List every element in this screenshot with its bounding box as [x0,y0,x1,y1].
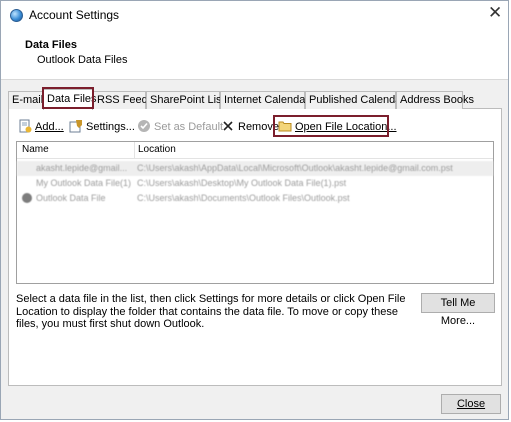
column-divider [134,142,135,158]
add-file-icon [19,119,32,133]
help-text: Select a data file in the list, then cli… [16,293,406,330]
checkmark-icon [138,120,150,132]
outlook-globe-icon [10,9,23,22]
tab-address-books[interactable]: Address Books [396,91,474,109]
file-name: Outlook Data File [36,193,106,203]
default-check-icon [22,193,32,203]
file-location: C:\Users\akash\AppData\Local\Microsoft\O… [137,163,453,173]
file-location: C:\Users\akash\Documents\Outlook Files\O… [137,193,350,203]
folder-icon [278,121,292,132]
set-as-default-label: Set as Default [154,121,224,133]
add-button[interactable]: Add... [18,118,64,136]
list-item[interactable]: akasht.lepide@gmail... C:\Users\akash\Ap… [17,161,493,176]
settings-icon [69,120,82,133]
tab-email[interactable]: E-mail [8,91,43,109]
delete-x-icon [223,121,233,131]
settings-button[interactable]: Settings... [69,118,135,136]
file-name: akasht.lepide@gmail... [36,163,128,173]
open-file-location-button[interactable]: Open File Location... [278,118,397,136]
tell-me-more-button[interactable]: Tell Me More... [421,293,495,327]
header-subtitle: Outlook Data Files [37,54,128,66]
add-label: Add... [35,121,64,133]
tab-internet-calendars[interactable]: Internet Calendars [220,91,315,109]
file-location: C:\Users\akash\Desktop\My Outlook Data F… [137,178,347,188]
tab-data-files[interactable]: Data Files [43,89,97,110]
list-header: Name Location [17,142,493,159]
window-title: Account Settings [29,8,120,22]
list-item[interactable]: Outlook Data File C:\Users\akash\Documen… [17,191,493,206]
header-title: Data Files [25,39,77,51]
remove-button[interactable]: Remove [221,118,279,136]
settings-label: Settings... [86,121,135,133]
open-file-location-label: Open File Location... [295,121,397,133]
title-bar: Account Settings ✕ [1,1,508,29]
column-location-header[interactable]: Location [138,144,176,155]
set-as-default-button[interactable]: Set as Default [137,118,223,136]
tab-published-calendars[interactable]: Published Calendars [305,91,411,109]
file-name: My Outlook Data File(1) [36,178,132,188]
data-files-list[interactable]: Name Location akasht.lepide@gmail... C:\… [16,141,494,284]
remove-label: Remove [238,121,279,133]
close-button-label: Close [456,398,486,410]
tab-sharepoint-lists[interactable]: SharePoint Lists [146,91,230,109]
close-button[interactable]: Close [441,394,501,414]
tab-rss-feeds[interactable]: RSS Feeds [93,91,153,109]
list-item[interactable]: My Outlook Data File(1) C:\Users\akash\D… [17,176,493,191]
dialog-header: Data Files Outlook Data Files [1,29,508,80]
column-name-header[interactable]: Name [22,144,49,155]
close-window-icon[interactable]: ✕ [488,3,502,23]
